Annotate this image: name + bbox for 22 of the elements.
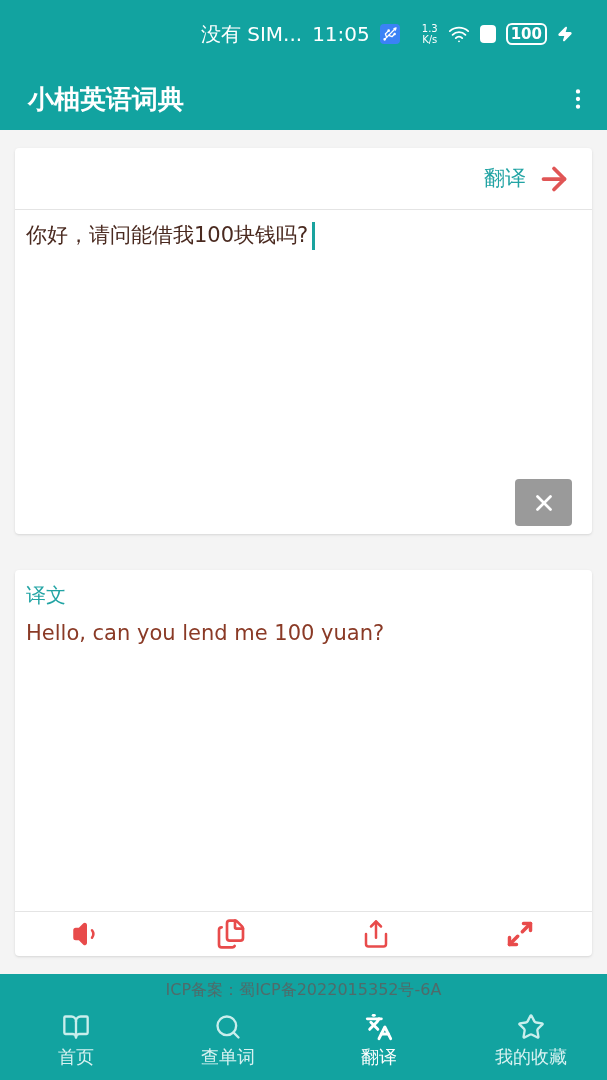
nav-tab[interactable]: 我的收藏 [455, 1002, 607, 1080]
icp-text: ICP备案：蜀ICP备2022015352号-6A [164, 979, 443, 1001]
clear-button[interactable] [515, 479, 572, 526]
nav-tab[interactable]: 翻译 [303, 1002, 456, 1080]
star-icon [517, 1012, 546, 1041]
app-title: 小柚英语词典 [28, 82, 184, 116]
charging-icon [557, 26, 573, 42]
nav-tab[interactable]: 查单词 [151, 1002, 304, 1080]
book-icon [61, 1012, 90, 1041]
clock: 11:05 [312, 21, 370, 48]
input-field[interactable]: 你好，请问能借我100块钱吗? [26, 220, 581, 252]
usb-icon [379, 24, 400, 44]
search-icon [213, 1012, 242, 1041]
translate-icon [365, 1012, 394, 1041]
carrier-text: 没有 SIM... [200, 21, 303, 48]
nav-tab[interactable]: 首页 [0, 1002, 152, 1080]
network-speed: 1.3 K/s [421, 23, 438, 45]
output-heading: 译文 [26, 582, 67, 609]
fullscreen-icon[interactable] [505, 920, 534, 948]
battery-indicator: 100 [505, 23, 547, 45]
translate-button[interactable]: 翻译 [484, 160, 572, 197]
translation-text: Hello, can you lend me 100 yuan? [26, 620, 386, 647]
